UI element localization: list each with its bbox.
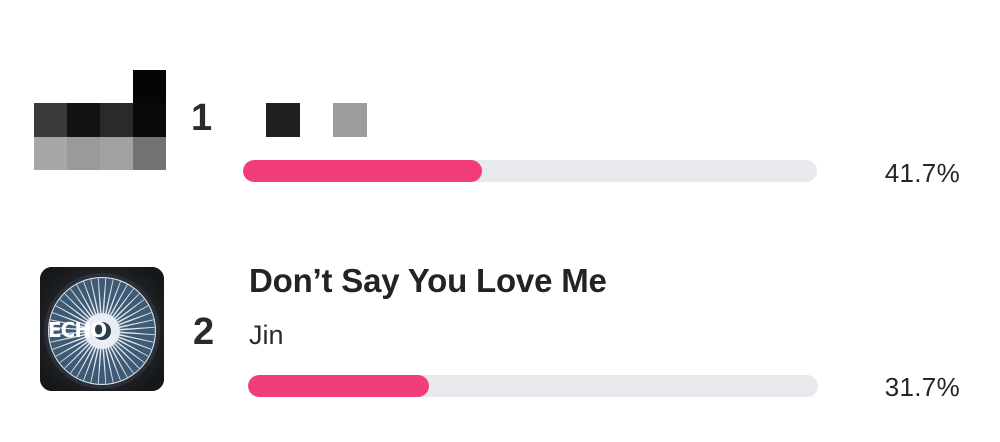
vote-percentage: 41.7% [884,158,960,188]
censor-pixel [133,136,166,170]
censor-pixel [133,70,166,104]
censor-pixel [133,103,166,137]
artist-name: Jin [249,320,284,350]
ranking-row-2[interactable]: ECHO Don’t Say You Love Me Jin 2 31.7% [0,220,1000,442]
vote-percentage: 31.7% [884,372,960,402]
censored-title-block [266,103,300,137]
censor-pixel [67,136,100,170]
censor-pixel [67,103,100,137]
censor-pixel [100,136,133,170]
censor-pixel [67,70,100,104]
censored-album-artwork-icon [34,70,166,170]
echo-album-artwork-icon: ECHO [40,267,164,391]
censor-pixel [34,103,67,137]
vote-progress-fill [243,160,483,182]
vote-progress-track [243,160,817,182]
song-title: Don’t Say You Love Me [249,262,607,299]
rank-number: 2 [193,311,215,353]
censor-pixel [34,136,67,170]
ranking-row-1[interactable]: 1 41.7% [0,0,1000,220]
censor-pixel [100,103,133,137]
censor-pixel [34,70,67,104]
vote-progress-track [248,375,818,397]
rank-number: 1 [191,97,213,139]
vote-progress-fill [248,375,429,397]
censor-pixel [100,70,133,104]
censored-title-block [333,103,367,137]
artwork-text: ECHO [48,318,106,342]
